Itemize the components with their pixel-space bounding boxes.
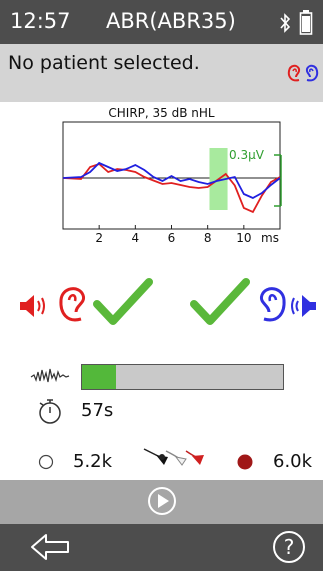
- left-ear-icon: [287, 64, 301, 82]
- x-tick-label: 4: [132, 231, 140, 245]
- scale-bar-label: 0.3µV: [229, 148, 265, 162]
- left-ear-large-icon: [59, 287, 86, 322]
- right-impedance-indicator: [237, 454, 253, 470]
- progress-fill: [82, 365, 117, 389]
- right-impedance-value: 6.0k: [273, 451, 313, 472]
- left-impedance-indicator: [38, 454, 54, 470]
- x-tick-label: ms: [261, 231, 279, 245]
- x-tick-label: 2: [95, 231, 103, 245]
- patient-status-text: No patient selected.: [8, 52, 200, 74]
- battery-icon: [299, 10, 313, 35]
- left-impedance-value: 5.2k: [73, 451, 113, 472]
- svg-text:?: ?: [284, 535, 295, 559]
- help-button[interactable]: ?: [272, 530, 306, 564]
- play-button[interactable]: [147, 486, 177, 516]
- left-ear-check-icon: [93, 278, 153, 325]
- x-tick-label: 8: [204, 231, 212, 245]
- x-tick-label: 6: [168, 231, 176, 245]
- test-title: ABR(ABR35): [106, 9, 236, 33]
- electrodes-icon: [143, 448, 204, 466]
- left-speaker-icon: [20, 295, 45, 317]
- progress-bar: [81, 364, 284, 390]
- right-speaker-icon: [291, 295, 316, 317]
- waveform-chart: 2 4 6 8 10 ms 0.3µV: [62, 121, 282, 245]
- bluetooth-icon: [280, 13, 291, 33]
- eeg-signal-icon: [30, 368, 70, 383]
- right-ear-check-icon: [190, 278, 250, 325]
- clock-time: 12:57: [10, 9, 71, 33]
- back-button[interactable]: [30, 532, 70, 562]
- ear-indicator-icons: [287, 64, 319, 82]
- x-tick-label: 10: [236, 231, 251, 245]
- timer-icon: [39, 399, 61, 424]
- status-bar: 12:57 ABR(ABR35): [0, 0, 323, 44]
- right-ear-large-icon: [259, 287, 286, 322]
- waveform-series-0: [62, 162, 281, 214]
- right-ear-icon: [305, 64, 319, 82]
- waveform-series-1: [62, 161, 281, 200]
- timer-value: 57s: [81, 400, 114, 421]
